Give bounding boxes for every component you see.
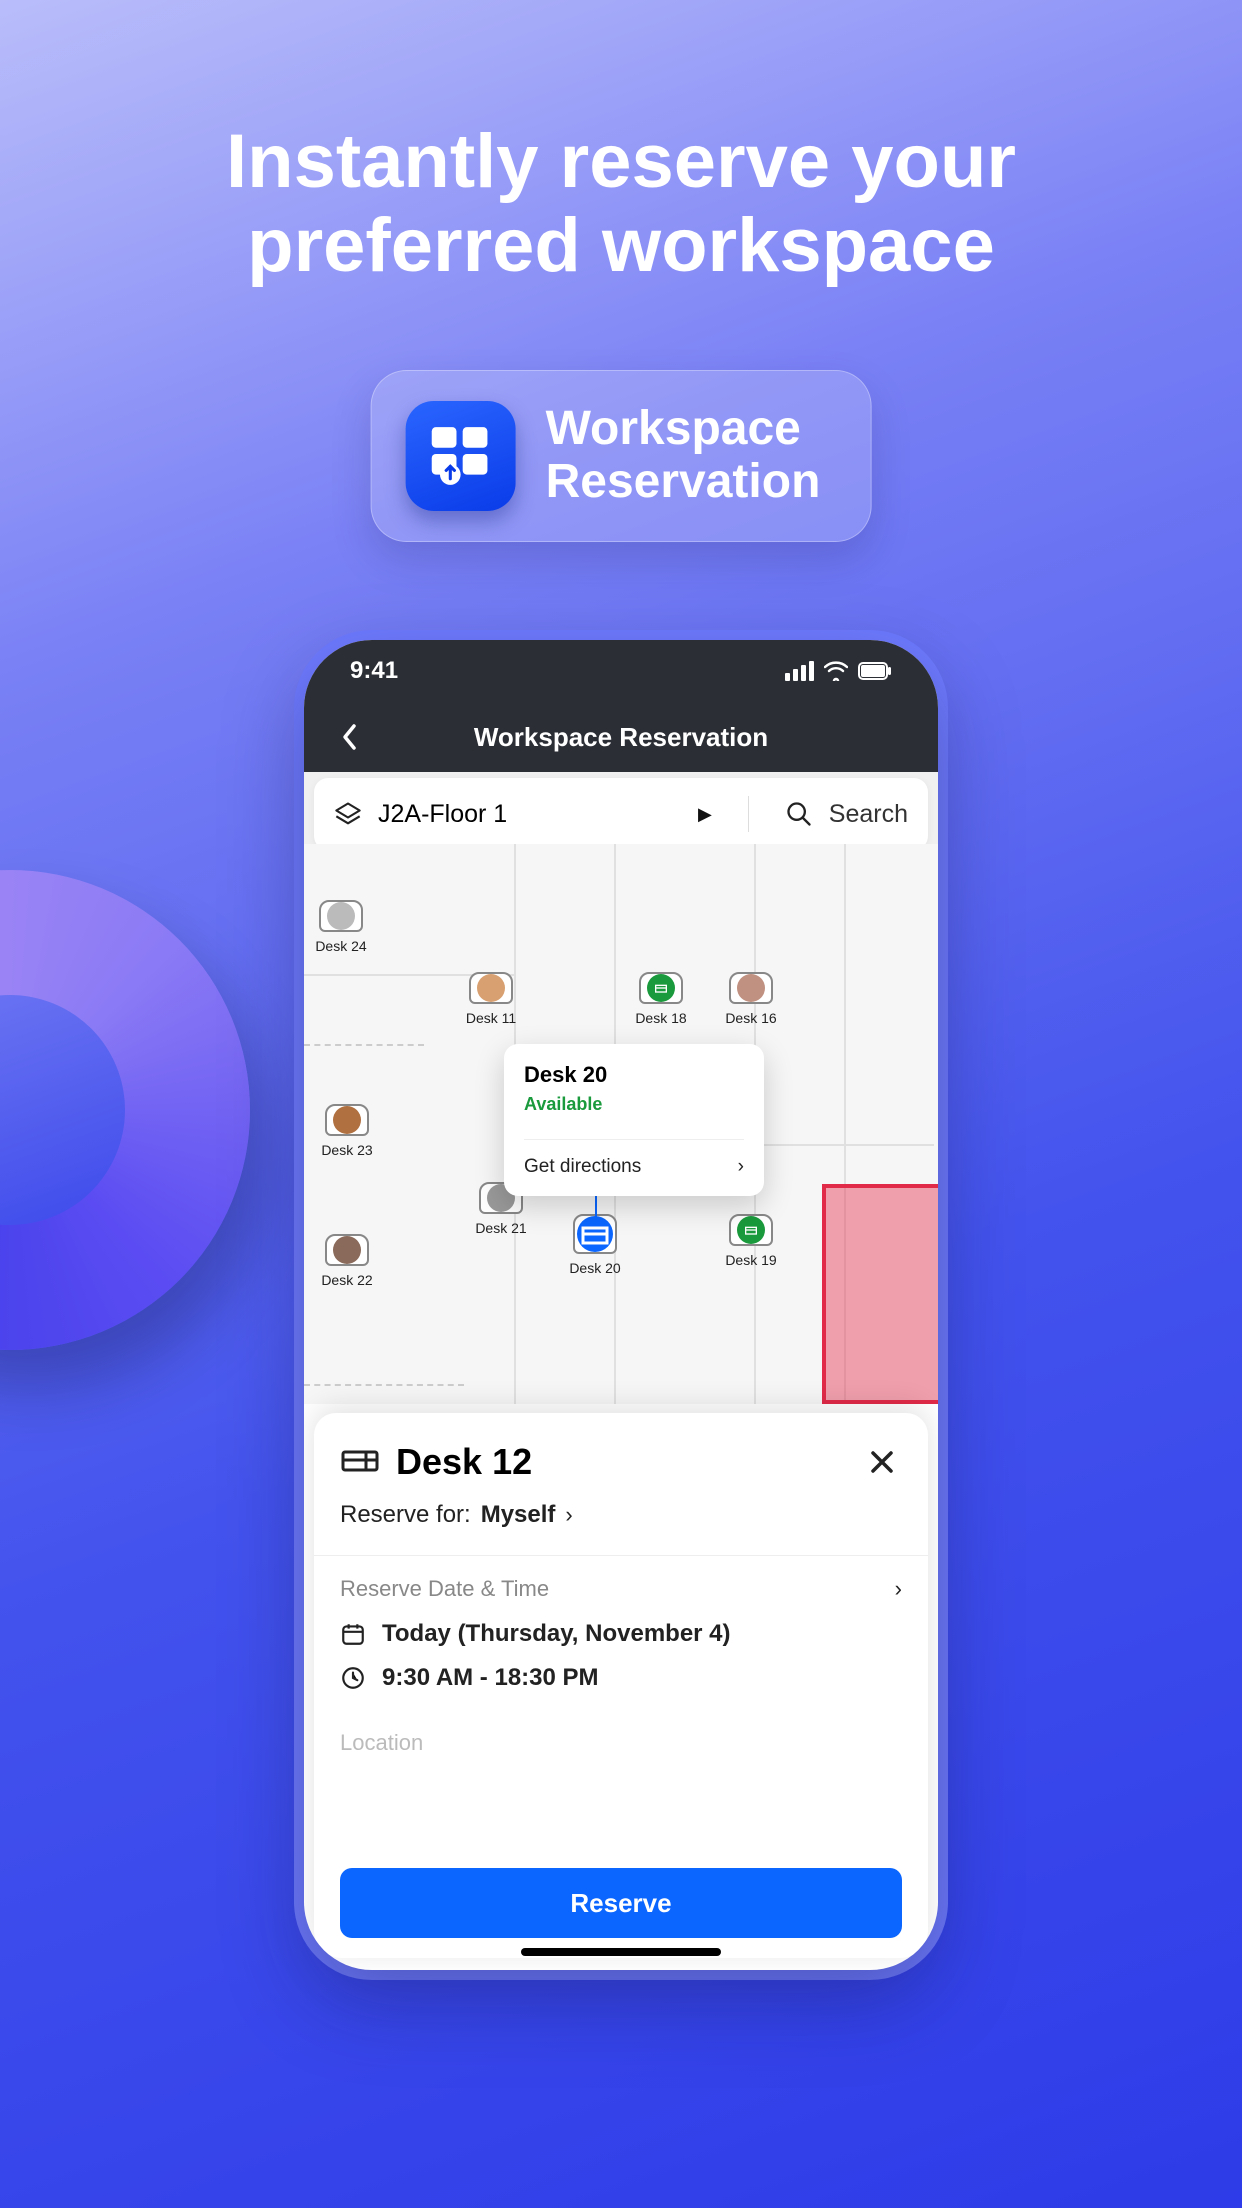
phone-frame: 9:41 Workspace Reservation J2A-Floor 1 ▶… (304, 640, 938, 1970)
app-badge: Workspace Reservation (371, 370, 872, 542)
reserve-button[interactable]: Reserve (340, 1868, 902, 1938)
chevron-right-icon: › (738, 1156, 744, 1178)
divider (748, 796, 749, 832)
wifi-icon (824, 661, 848, 681)
sheet-title: Desk 12 (396, 1441, 846, 1483)
desk-23[interactable]: Desk 23 (320, 1104, 374, 1158)
signal-icon (785, 661, 814, 681)
floor-selector-bar: J2A-Floor 1 ▶ Search (314, 778, 928, 850)
home-indicator[interactable] (521, 1948, 721, 1956)
reserve-for-row[interactable]: Reserve for: Myself › (340, 1501, 902, 1529)
blocked-room (822, 1184, 938, 1404)
hero: Instantly reserve your preferred workspa… (0, 120, 1242, 287)
time-row: 9:30 AM - 18:30 PM (340, 1664, 902, 1692)
status-bar: 9:41 (304, 640, 938, 702)
desk-icon (340, 1442, 380, 1482)
close-button[interactable] (862, 1442, 902, 1482)
hero-headline: Instantly reserve your preferred workspa… (0, 120, 1242, 287)
desk-11[interactable]: Desk 11 (464, 972, 518, 1026)
get-directions-button[interactable]: Get directions › (524, 1139, 744, 1178)
status-time: 9:41 (350, 657, 398, 685)
decorative-ring (0, 870, 250, 1350)
callout-status: Available (524, 1094, 744, 1115)
status-icons (785, 661, 892, 681)
desk-18[interactable]: Desk 18 (634, 972, 688, 1026)
chevron-right-icon: › (895, 1576, 902, 1602)
search-icon[interactable] (785, 800, 813, 828)
desk-22[interactable]: Desk 22 (320, 1234, 374, 1288)
callout-title: Desk 20 (524, 1062, 744, 1088)
layers-icon (334, 800, 362, 828)
location-label: Location (340, 1730, 902, 1756)
desk-19[interactable]: Desk 19 (724, 1214, 778, 1268)
date-row: Today (Thursday, November 4) (340, 1620, 902, 1648)
reservation-sheet: Desk 12 Reserve for: Myself › Reserve Da… (314, 1413, 928, 1958)
calendar-icon (340, 1621, 366, 1647)
app-badge-title: Workspace Reservation (546, 403, 821, 509)
desk-16[interactable]: Desk 16 (724, 972, 778, 1026)
search-button[interactable]: Search (829, 800, 908, 829)
clock-icon (340, 1665, 366, 1691)
date-time-section[interactable]: Reserve Date & Time › (340, 1576, 902, 1602)
app-header: Workspace Reservation (304, 702, 938, 772)
floor-map[interactable]: Desk 24 Desk 11 Desk 18 Desk 16 Desk 23 … (304, 844, 938, 1404)
desk-20[interactable]: Desk 20 (568, 1214, 622, 1268)
floor-name[interactable]: J2A-Floor 1 (378, 800, 682, 829)
back-button[interactable] (330, 717, 370, 757)
play-arrow-icon[interactable]: ▶ (698, 804, 712, 825)
app-header-title: Workspace Reservation (474, 722, 768, 753)
desk-callout: Desk 20 Available Get directions › (504, 1044, 764, 1196)
app-badge-icon (406, 401, 516, 511)
battery-icon (858, 662, 892, 680)
desk-24[interactable]: Desk 24 (314, 900, 368, 954)
chevron-right-icon: › (565, 1502, 572, 1528)
